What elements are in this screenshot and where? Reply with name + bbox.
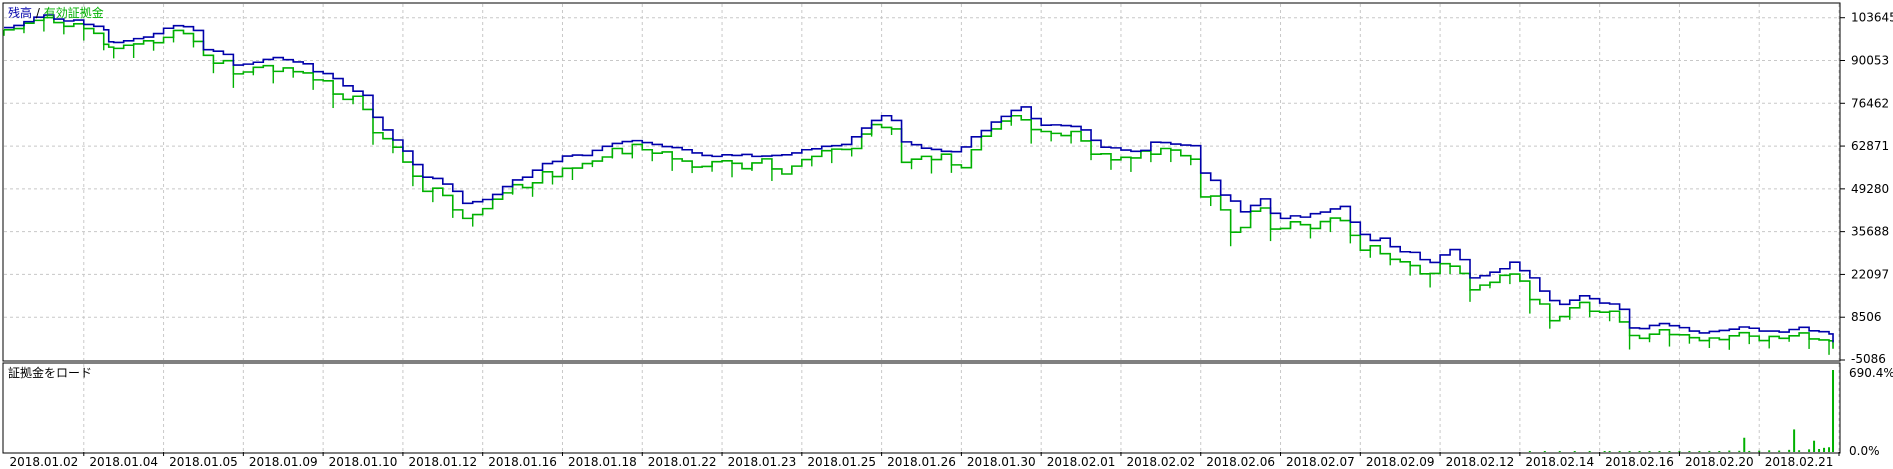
y-tick-label: 22097 <box>1851 267 1889 281</box>
x-tick-label: 2018.02.02 <box>1126 455 1195 469</box>
y-tick-label: -5086 <box>1851 352 1886 366</box>
margin-load-title: 証拠金をロード <box>8 365 92 380</box>
x-tick-label: 2018.02.06 <box>1206 455 1275 469</box>
x-tick-label: 2018.02.16 <box>1605 455 1674 469</box>
x-tick-label: 2018.02.21 <box>1765 455 1834 469</box>
y-tick-label: 90053 <box>1851 53 1889 67</box>
x-tick-label: 2018.01.23 <box>728 455 797 469</box>
tester-chart-svg: 103645 90053 76462 62871 49280 35688 22097 8506… <box>2 2 1893 469</box>
x-tick-label: 2018.01.16 <box>488 455 557 469</box>
x-tick-label: 2018.01.10 <box>329 455 398 469</box>
strategy-tester-graph: 103645 90053 76462 62871 49280 35688 22097 8506… <box>0 0 1893 469</box>
x-tick-label: 2018.01.04 <box>89 455 158 469</box>
x-tick-label: 2018.02.14 <box>1525 455 1594 469</box>
sub-y-tick-top: 690.4% <box>1849 366 1893 380</box>
main-y-axis: 103645 90053 76462 62871 49280 35688 22097 8506… <box>1840 11 1893 366</box>
y-tick-label: 35688 <box>1851 225 1889 239</box>
legend-balance-label: 残高 <box>8 5 32 20</box>
margin-load-panel-frame <box>2 362 1841 454</box>
x-tick-label: 2018.01.09 <box>249 455 318 469</box>
x-tick-label: 2018.01.26 <box>887 455 956 469</box>
y-tick-label: 62871 <box>1851 139 1889 153</box>
sub-y-tick-bottom: 0.0% <box>1849 444 1880 458</box>
y-tick-label: 103645 <box>1851 11 1893 25</box>
x-tick-label: 2018.02.09 <box>1366 455 1435 469</box>
x-tick-label: 2018.01.18 <box>568 455 637 469</box>
x-tick-label: 2018.02.01 <box>1047 455 1116 469</box>
legend-equity-label: 有効証拠金 <box>44 5 104 20</box>
main-plot-frame <box>2 2 1841 362</box>
y-tick-label: 49280 <box>1851 182 1889 196</box>
x-tick-label: 2018.02.07 <box>1286 455 1355 469</box>
y-tick-label: 76462 <box>1851 96 1889 110</box>
y-tick-label: 8506 <box>1851 310 1882 324</box>
legend: 残高 / 有効証拠金 <box>8 5 104 20</box>
x-tick-label: 2018.01.05 <box>169 455 238 469</box>
x-tick-label: 2018.01.12 <box>408 455 477 469</box>
x-tick-label: 2018.01.25 <box>807 455 876 469</box>
x-axis: 2018.01.02 2018.01.04 2018.01.05 2018.01.09… <box>10 452 1840 469</box>
x-tick-label: 2018.01.30 <box>967 455 1036 469</box>
legend-separator: / <box>32 6 44 20</box>
x-tick-label: 2018.01.02 <box>10 455 79 469</box>
x-tick-label: 2018.01.22 <box>648 455 717 469</box>
x-tick-label: 2018.02.20 <box>1685 455 1754 469</box>
x-tick-label: 2018.02.12 <box>1446 455 1515 469</box>
